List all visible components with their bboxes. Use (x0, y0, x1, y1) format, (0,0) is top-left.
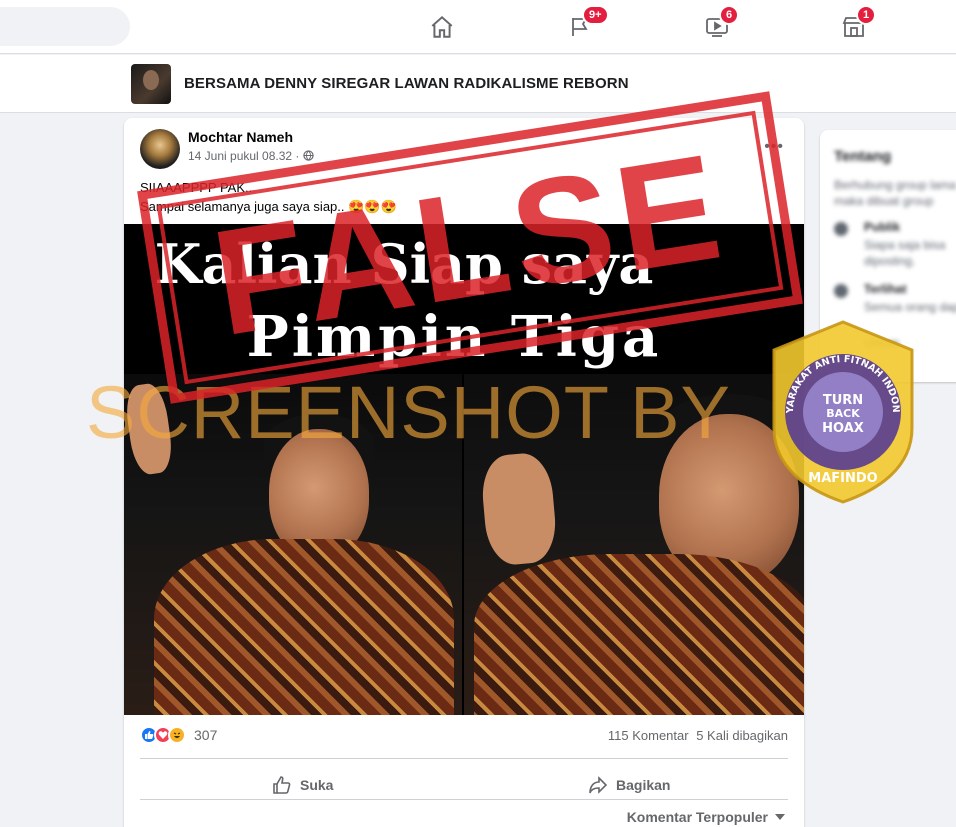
privacy-title: Publik (864, 220, 901, 234)
author-name[interactable]: Mochtar Nameh (188, 129, 293, 145)
marketplace-icon[interactable]: 1 (834, 5, 877, 45)
share-icon (589, 776, 608, 794)
comment-count[interactable]: 115 Komentar (608, 728, 689, 743)
notification-badge-video: 6 (719, 5, 740, 25)
like-button[interactable]: Suka (272, 768, 333, 802)
top-navigation-bar: 9+ 6 1 (0, 0, 956, 54)
eye-icon (834, 284, 848, 298)
about-description: Berhubung group lama (834, 178, 956, 192)
notification-badge-flag: 9+ (582, 5, 609, 25)
visibility-sub: Semua orang dapat (864, 300, 956, 314)
video-icon[interactable]: 6 (697, 5, 740, 45)
thumbs-up-icon (273, 776, 291, 794)
haha-reaction-icon (168, 726, 186, 744)
group-title[interactable]: BERSAMA DENNY SIREGAR LAWAN RADIKALISME … (184, 75, 629, 92)
timestamp-text: 14 Juni pukul 08.32 · (188, 149, 300, 163)
post-timestamp[interactable]: 14 Juni pukul 08.32 · (188, 149, 314, 163)
notification-badge-marketplace: 1 (856, 5, 877, 25)
group-avatar[interactable] (131, 64, 171, 104)
globe-icon (834, 222, 848, 236)
search-input[interactable] (0, 7, 130, 46)
share-count[interactable]: 5 Kali dibagikan (696, 728, 788, 743)
divider (140, 758, 788, 759)
group-header: BERSAMA DENNY SIREGAR LAWAN RADIKALISME … (0, 55, 956, 113)
badge-org-name: MAFINDO (808, 471, 877, 486)
badge-word-2: BACK (826, 407, 860, 420)
globe-icon (303, 150, 314, 161)
reaction-summary[interactable]: 307 (140, 726, 217, 744)
reaction-count[interactable]: 307 (194, 727, 217, 743)
privacy-sub-2: diposting. (864, 254, 916, 268)
author-avatar[interactable] (140, 129, 180, 169)
comment-sort-dropdown[interactable]: Komentar Terpopuler (627, 809, 786, 825)
turnbackhoax-logo: MASYARAKAT ANTI FITNAH INDONESIA MAFINDO… (768, 318, 914, 504)
comment-sort-label: Komentar Terpopuler (626, 809, 768, 825)
share-button[interactable]: Bagikan (588, 768, 670, 802)
divider (140, 799, 788, 800)
privacy-sub: Siapa saja bisa (864, 238, 946, 252)
flag-icon[interactable]: 9+ (560, 5, 609, 45)
home-icon[interactable] (422, 9, 462, 45)
share-label: Bagikan (616, 777, 671, 793)
like-label: Suka (300, 777, 334, 793)
about-description-2: maka dibuat group (834, 194, 934, 208)
badge-word-1: TURN (823, 393, 863, 408)
post-stats: 115 Komentar 5 Kali dibagikan (604, 728, 788, 743)
visibility-title: Terlihat (864, 282, 907, 296)
about-title: Tentang (834, 148, 892, 165)
badge-word-3: HOAX (822, 421, 864, 436)
chevron-down-icon (775, 814, 785, 820)
